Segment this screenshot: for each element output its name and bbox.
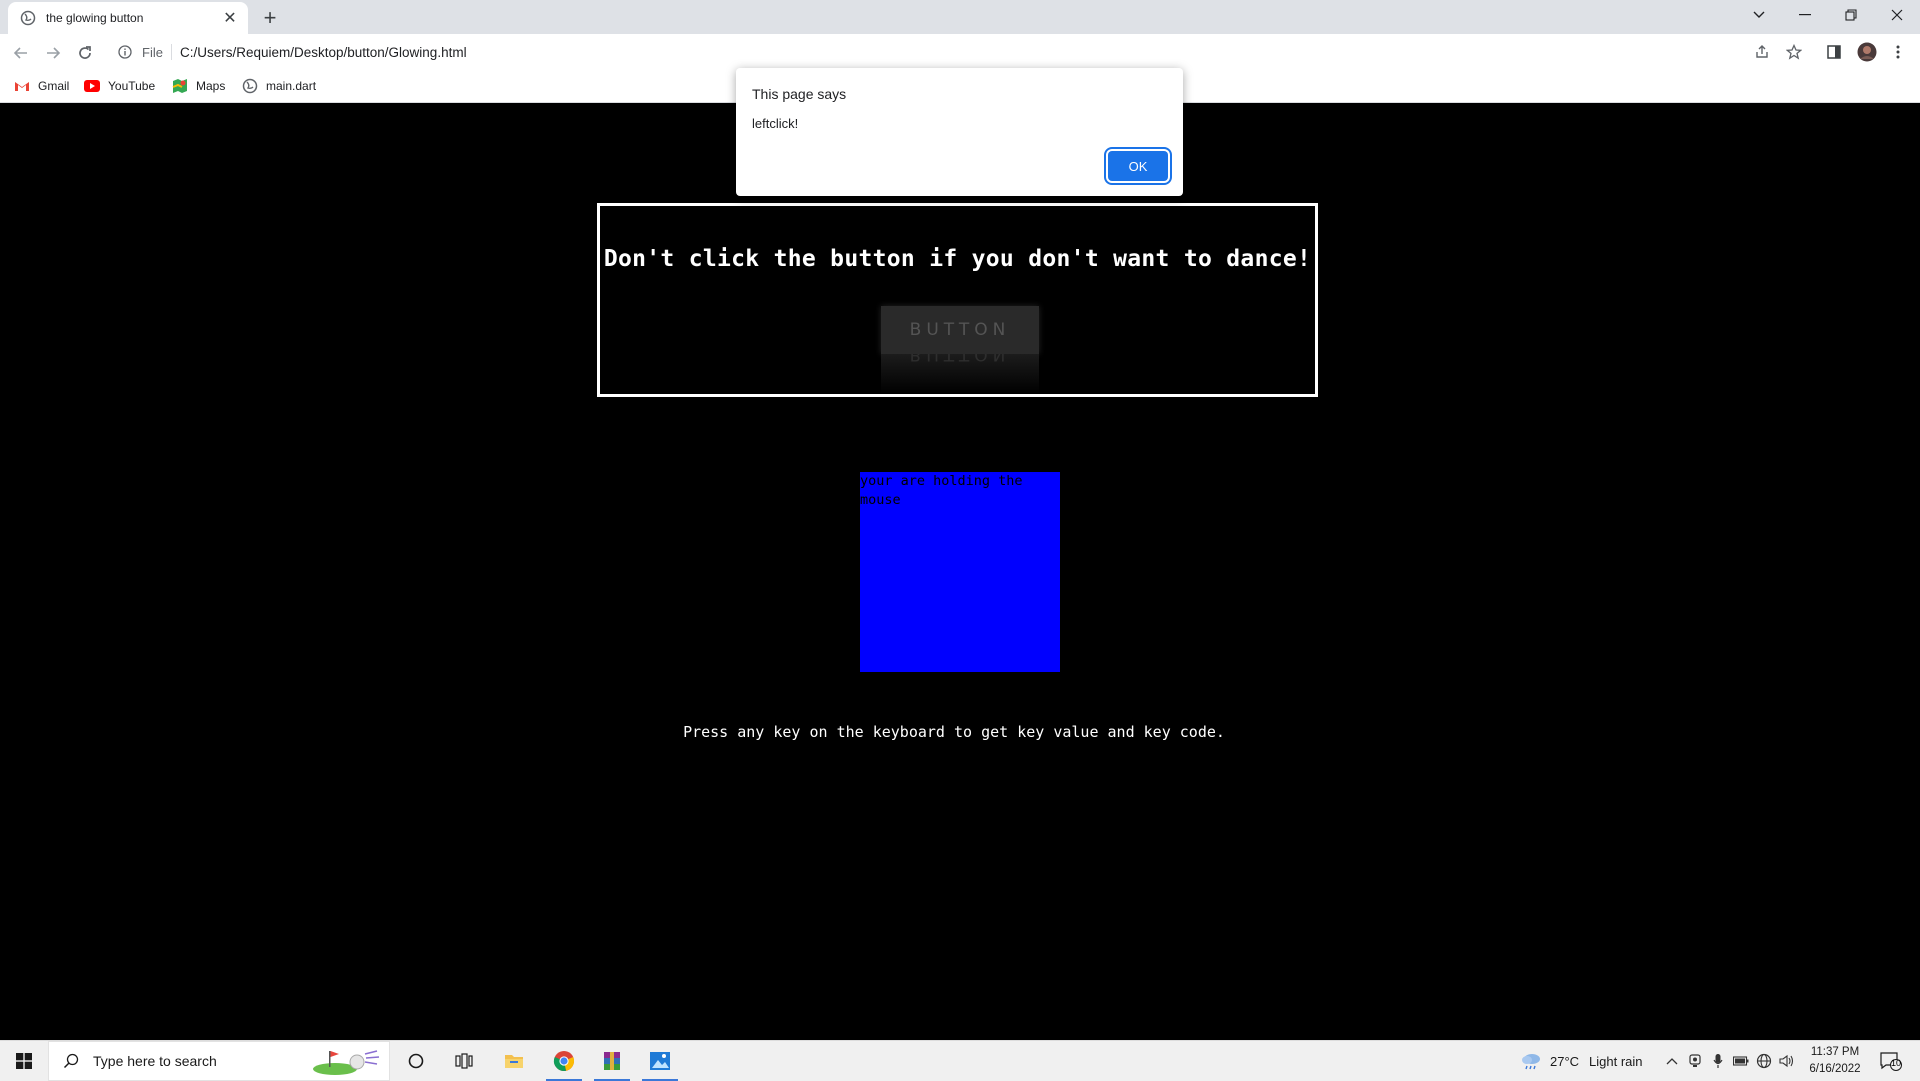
bookmark-label: Maps bbox=[196, 79, 226, 93]
task-view-icon[interactable] bbox=[440, 1041, 488, 1081]
tab-title: the glowing button bbox=[46, 11, 144, 25]
search-icon bbox=[61, 1051, 81, 1071]
restore-button[interactable] bbox=[1828, 0, 1874, 30]
notification-count: 10 bbox=[1890, 1058, 1901, 1068]
bookmark-label: Gmail bbox=[38, 79, 70, 93]
gmail-icon bbox=[14, 78, 30, 94]
cortana-icon[interactable] bbox=[392, 1041, 440, 1081]
battery-icon[interactable] bbox=[1731, 1051, 1751, 1071]
file-explorer-icon[interactable] bbox=[490, 1041, 538, 1081]
info-icon[interactable] bbox=[118, 44, 134, 60]
bookmark-youtube[interactable]: YouTube bbox=[84, 76, 155, 96]
alert-heading: This page says bbox=[752, 86, 847, 102]
url-scheme: File bbox=[142, 44, 163, 60]
weather-widget[interactable]: 27°C Light rain bbox=[1520, 1041, 1643, 1081]
tab-search-icon[interactable] bbox=[1736, 0, 1782, 30]
address-bar[interactable]: File C:/Users/Requiem/Desktop/button/Glo… bbox=[110, 37, 1770, 67]
glowing-button[interactable]: BUTTON bbox=[881, 306, 1039, 354]
side-panel-icon[interactable] bbox=[1822, 40, 1846, 64]
windows-start-icon[interactable] bbox=[0, 1041, 48, 1081]
mouse-hold-text: your are holding the mouse bbox=[860, 473, 1023, 508]
search-highlight-golf-icon bbox=[313, 1050, 380, 1075]
button-reflection: BUTTON bbox=[881, 354, 1039, 394]
page-viewport: Don't click the button if you don't want… bbox=[0, 103, 1920, 1040]
chevron-up-icon[interactable] bbox=[1662, 1051, 1682, 1071]
url-text[interactable]: C:/Users/Requiem/Desktop/button/Glowing.… bbox=[180, 45, 467, 60]
reload-icon[interactable] bbox=[72, 40, 98, 66]
dance-panel: Don't click the button if you don't want… bbox=[597, 203, 1318, 397]
network-globe-icon[interactable] bbox=[1754, 1051, 1774, 1071]
browser-tab[interactable]: the glowing button ✕ bbox=[8, 2, 248, 34]
microphone-icon[interactable] bbox=[1708, 1051, 1728, 1071]
bookmark-label: YouTube bbox=[108, 79, 156, 93]
menu-kebab-icon[interactable] bbox=[1886, 40, 1910, 64]
browser-toolbar: File C:/Users/Requiem/Desktop/button/Glo… bbox=[0, 34, 1920, 70]
clock-time: 11:37 PM bbox=[1810, 1046, 1860, 1058]
minimize-button[interactable] bbox=[1782, 0, 1828, 30]
weather-desc: Light rain bbox=[1589, 1053, 1643, 1069]
youtube-icon bbox=[84, 78, 100, 94]
volume-icon[interactable] bbox=[1777, 1051, 1797, 1071]
bookmark-main-dart[interactable]: main.dart bbox=[242, 76, 316, 96]
bookmark-label: main.dart bbox=[266, 79, 317, 93]
globe-icon bbox=[242, 78, 258, 94]
notification-center-icon[interactable]: 10 bbox=[1878, 1049, 1904, 1073]
tab-strip: the glowing button ✕ + bbox=[0, 0, 1920, 34]
webcam-icon[interactable] bbox=[1685, 1051, 1705, 1071]
ok-button[interactable]: OK bbox=[1108, 151, 1168, 181]
close-window-button[interactable] bbox=[1874, 0, 1920, 30]
photos-icon[interactable] bbox=[636, 1041, 684, 1081]
taskbar-search-input[interactable]: Type here to search bbox=[48, 1041, 390, 1081]
alert-dialog: This page says leftclick! OK bbox=[736, 68, 1183, 196]
globe-icon bbox=[20, 10, 36, 26]
share-icon[interactable] bbox=[1750, 40, 1774, 64]
reflection-label: BUTTON bbox=[909, 354, 1011, 364]
winrar-icon[interactable] bbox=[588, 1041, 636, 1081]
chrome-taskbar-icon[interactable] bbox=[540, 1041, 588, 1081]
taskbar: Type here to search 27°C Light rain 11:3… bbox=[0, 1040, 1920, 1081]
profile-avatar[interactable] bbox=[1855, 40, 1879, 64]
key-hint-text: Press any key on the keyboard to get key… bbox=[683, 723, 1225, 741]
close-tab-icon[interactable]: ✕ bbox=[220, 8, 240, 28]
mouse-hold-box[interactable]: your are holding the mouse bbox=[860, 472, 1060, 672]
rain-cloud-icon bbox=[1522, 1054, 1540, 1070]
alert-message: leftclick! bbox=[752, 116, 799, 131]
new-tab-button[interactable]: + bbox=[258, 5, 282, 30]
divider bbox=[170, 44, 172, 60]
system-clock[interactable]: 11:37 PM 6/16/2022 bbox=[1800, 1044, 1870, 1078]
forward-arrow-icon[interactable] bbox=[40, 40, 66, 66]
clock-date: 6/16/2022 bbox=[1809, 1063, 1861, 1075]
maps-icon bbox=[172, 78, 188, 94]
weather-temp: 27°C bbox=[1550, 1053, 1580, 1069]
bookmark-gmail[interactable]: Gmail bbox=[14, 76, 69, 96]
back-arrow-icon[interactable] bbox=[8, 40, 34, 66]
page-title: Don't click the button if you don't want… bbox=[603, 246, 1312, 272]
bookmark-maps[interactable]: Maps bbox=[172, 76, 225, 96]
star-icon[interactable] bbox=[1782, 40, 1806, 64]
search-placeholder: Type here to search bbox=[93, 1053, 217, 1069]
